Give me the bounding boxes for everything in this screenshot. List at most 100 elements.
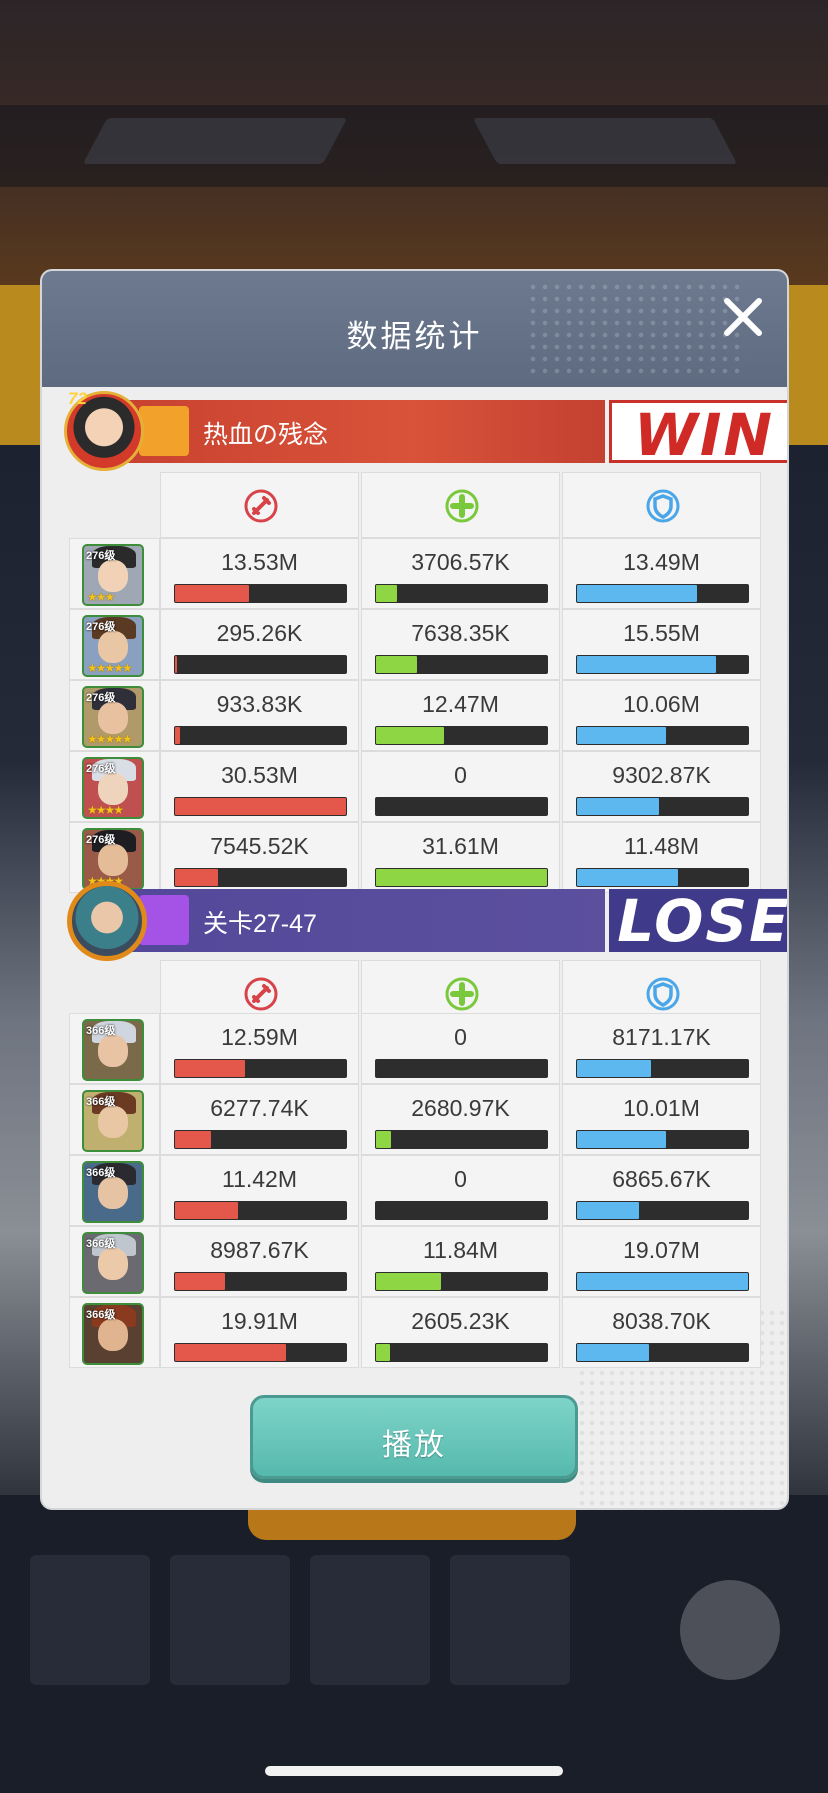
hero-face [98,1035,128,1067]
heal-header [361,472,560,538]
defense-bar-fill [577,1273,748,1290]
hero-level: 366级 [86,1096,116,1108]
hero-face [98,773,128,805]
modal-title: 数据统计 [346,319,483,354]
background-banner-left [0,285,44,445]
damage-header [160,472,359,538]
heal-cross-icon [445,977,479,1011]
defense-cell: 10.06M [562,680,761,751]
damage-cell: 7545.52K [160,822,359,893]
player-level-badge: 72 [68,389,87,408]
damage-bar-fill [175,1202,238,1219]
defense-value: 10.06M [623,691,700,717]
opponent-avatar[interactable] [67,881,147,961]
heal-bar [375,1059,548,1078]
heal-bar-fill [376,1344,390,1361]
defense-cell: 19.07M [562,1226,761,1297]
play-button-label: 播放 [382,1429,446,1462]
defense-bar [576,1201,749,1220]
hero-stars: ★★★ [87,590,115,604]
damage-value: 13.53M [221,549,298,575]
hero-portrait[interactable]: 276级 ★★★★ [82,757,144,819]
defense-cell: 15.55M [562,609,761,680]
background-card [310,1555,430,1685]
hero-stat-row: 276级 ★★★ 13.53M 3706.57K 13.49M [69,538,761,609]
heal-cell: 2605.23K [361,1297,560,1368]
defense-bar-fill [577,656,716,673]
hero-stars: ★★★★ [87,803,124,817]
hero-portrait-cell: 366级 [69,1226,160,1297]
defense-cell: 11.48M [562,822,761,893]
modal-header: 数据统计 [42,271,787,387]
defense-cell: 9302.87K [562,751,761,822]
hero-portrait-cell: 276级 ★★★★ [69,751,160,822]
hero-portrait[interactable]: 366级 [82,1232,144,1294]
hero-stat-row: 276级 ★★★★ 7545.52K 31.61M 11.48M [69,822,761,893]
hero-portrait[interactable]: 366级 [82,1019,144,1081]
heal-bar [375,868,548,887]
damage-cell: 933.83K [160,680,359,751]
heal-cross-icon [445,489,479,523]
damage-bar-fill [175,656,177,673]
hero-portrait[interactable]: 366级 [82,1161,144,1223]
damage-cell: 6277.74K [160,1084,359,1155]
hero-stat-row: 366级 8987.67K 11.84M 19.07M [69,1226,761,1297]
defense-bar-fill [577,1060,651,1077]
heal-bar [375,1201,548,1220]
hero-portrait-cell: 276级 ★★★ [69,538,160,609]
hero-face [98,560,128,592]
hero-portrait[interactable]: 276级 ★★★★★ [82,615,144,677]
damage-value: 295.26K [216,620,303,646]
defense-cell: 8171.17K [562,1013,761,1084]
heal-value: 3706.57K [411,549,510,575]
hero-portrait[interactable]: 366级 [82,1090,144,1152]
defense-bar-fill [577,1131,666,1148]
damage-cell: 30.53M [160,751,359,822]
defense-bar-fill [577,1344,649,1361]
hero-face [98,702,128,734]
background-team-plate-left [82,118,348,164]
damage-bar-fill [175,1131,211,1148]
hero-portrait-cell: 366级 [69,1155,160,1226]
heal-cell: 11.84M [361,1226,560,1297]
heal-cell: 7638.35K [361,609,560,680]
hero-level: 276级 [86,692,116,704]
damage-value: 30.53M [221,762,298,788]
hero-portrait[interactable]: 276级 ★★★★★ [82,686,144,748]
home-indicator[interactable] [265,1766,563,1776]
hero-portrait[interactable]: 366级 [82,1303,144,1365]
defense-value: 11.48M [623,833,699,859]
heal-value: 0 [454,1166,467,1192]
hero-stat-row: 276级 ★★★★★ 295.26K 7638.35K 15.55M [69,609,761,680]
damage-bar [174,1059,347,1078]
defense-value: 6865.67K [612,1166,711,1192]
heal-value: 0 [454,1024,467,1050]
background-team-plate-right [472,118,738,164]
shield-icon [646,977,680,1011]
lose-team-stats-grid: 366级 12.59M 0 8171.17K 366级 6277.74K 268… [69,1013,761,1368]
hero-stat-row: 276级 ★★★★★ 933.83K 12.47M 10.06M [69,680,761,751]
hero-portrait-cell: 276级 ★★★★★ [69,609,160,680]
defense-bar [576,584,749,603]
heal-value: 12.47M [422,691,499,717]
team-emblem-icon [139,406,189,456]
hero-portrait[interactable]: 276级 ★★★ [82,544,144,606]
defense-cell: 8038.70K [562,1297,761,1368]
defense-bar [576,726,749,745]
damage-bar [174,584,347,603]
defense-value: 8171.17K [612,1024,711,1050]
heal-bar [375,655,548,674]
heal-bar [375,1130,548,1149]
damage-bar [174,1272,347,1291]
hero-portrait-cell: 276级 ★★★★★ [69,680,160,751]
play-button[interactable]: 播放 [250,1395,578,1479]
stats-modal: 数据统计 热血の残念 72 WIN 276级 ★★★ 13.53M 3706.5… [42,271,787,1508]
damage-bar-fill [175,798,346,815]
heal-value: 7638.35K [411,620,510,646]
hero-portrait-cell: 366级 [69,1084,160,1155]
damage-bar [174,868,347,887]
close-button[interactable] [717,291,769,343]
damage-bar [174,1130,347,1149]
defense-bar-fill [577,798,659,815]
damage-cell: 19.91M [160,1297,359,1368]
